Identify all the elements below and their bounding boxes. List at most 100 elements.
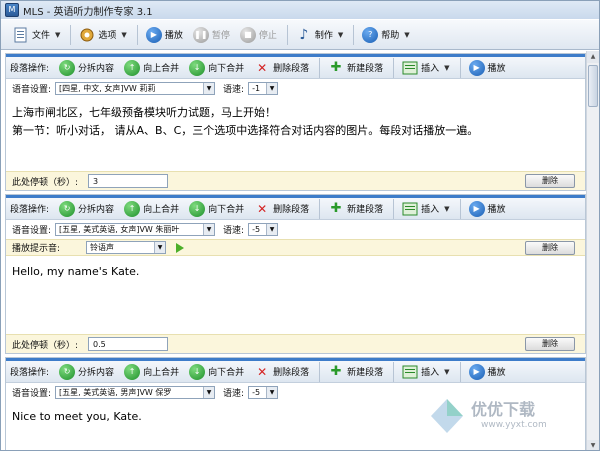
- voice-select[interactable]: [四星, 中文, 女声]VW 莉莉 ▼: [55, 82, 216, 95]
- chevron-down-icon: ▼: [404, 30, 410, 39]
- chevron-down-icon: ▼: [444, 204, 450, 213]
- text-line: Nice to meet you, Kate.: [12, 410, 142, 423]
- paragraph-text[interactable]: Hello, my name's Kate.: [6, 259, 585, 331]
- stop-button[interactable]: ■ 停止: [236, 24, 281, 46]
- merge-down-button[interactable]: ↓ 向下合并: [185, 361, 248, 383]
- delete-cue-button[interactable]: 删除: [525, 240, 575, 255]
- scrollbar-thumb[interactable]: [588, 65, 598, 107]
- refresh-icon: ↻: [59, 363, 76, 380]
- merge-up-button[interactable]: ↑ 向上合并: [120, 198, 183, 220]
- scroll-up-icon[interactable]: ▲: [587, 51, 599, 63]
- plus-icon: ✚: [330, 364, 342, 379]
- insert-button[interactable]: 插入 ▼: [398, 361, 453, 383]
- produce-label: 制作: [314, 31, 333, 41]
- merge-up-button[interactable]: ↑ 向上合并: [120, 361, 183, 383]
- app-logo-icon: M: [5, 3, 19, 17]
- analyze-button[interactable]: ↻ 分拆内容: [55, 198, 118, 220]
- section-play-label: 播放: [487, 64, 506, 74]
- play-button[interactable]: ▶ 播放: [142, 24, 187, 46]
- toolbar-divider: [459, 198, 461, 219]
- new-paragraph-button[interactable]: ✚ 新建段落: [324, 361, 387, 383]
- speed-label: 语速:: [223, 226, 245, 236]
- pause-icon: ❚❚: [192, 26, 209, 43]
- merge-up-label: 向上合并: [143, 368, 180, 378]
- plus-icon: ✚: [330, 201, 342, 216]
- voice-select[interactable]: [五星, 美式英语, 男声]VW 保罗 ▼: [55, 386, 216, 399]
- toolbar-divider: [319, 361, 321, 382]
- delete-paragraph-button[interactable]: ✕ 删除段落: [250, 57, 313, 79]
- options-menu-button[interactable]: 选项 ▼: [75, 24, 130, 46]
- produce-menu-button[interactable]: ♪ 制作 ▼: [292, 24, 347, 46]
- text-line: Hello, my name's Kate.: [12, 265, 140, 278]
- voice-label: 语音设置:: [12, 226, 52, 236]
- pause-input[interactable]: 3: [88, 174, 169, 188]
- pause-row: 此处停顿（秒）: 3 删除: [6, 171, 585, 190]
- cue-value: 铃语声: [90, 243, 114, 252]
- pause-value: 0.5: [93, 339, 106, 349]
- help-menu-button[interactable]: ? 帮助 ▼: [358, 24, 413, 46]
- section-play-button[interactable]: ▶ 播放: [465, 57, 510, 79]
- voice-settings-row: 语音设置: [五星, 美式英语, 女声]VW 朱丽叶 ▼ 语速: -5 ▼: [6, 221, 585, 238]
- toolbar-divider: [459, 57, 461, 78]
- ops-label: 段落操作:: [10, 64, 50, 74]
- speed-select[interactable]: -5 ▼: [248, 223, 279, 236]
- speed-select[interactable]: -1 ▼: [248, 82, 279, 95]
- ops-label: 段落操作:: [10, 205, 50, 215]
- insert-button[interactable]: 插入 ▼: [398, 57, 453, 79]
- analyze-label: 分拆内容: [78, 205, 115, 215]
- insert-label: 插入: [421, 64, 440, 74]
- paragraph-text[interactable]: Nice to meet you, Kate.: [6, 404, 585, 450]
- analyze-button[interactable]: ↻ 分拆内容: [55, 57, 118, 79]
- merge-up-button[interactable]: ↑ 向上合并: [120, 57, 183, 79]
- analyze-button[interactable]: ↻ 分拆内容: [55, 361, 118, 383]
- arrow-down-icon: ↓: [189, 200, 206, 217]
- pause-label: 此处停顿（秒）:: [12, 340, 79, 351]
- vertical-scrollbar[interactable]: ▲ ▼: [586, 51, 599, 450]
- delete-paragraph-button[interactable]: ✕ 删除段落: [250, 198, 313, 220]
- new-paragraph-button[interactable]: ✚ 新建段落: [324, 57, 387, 79]
- gear-icon: [79, 27, 95, 43]
- cue-select[interactable]: 铃语声 ▼: [86, 241, 166, 254]
- insert-icon: [402, 201, 418, 217]
- section-play-button[interactable]: ▶ 播放: [465, 198, 510, 220]
- chevron-down-icon: ▼: [444, 63, 450, 72]
- voice-select[interactable]: [五星, 美式英语, 女声]VW 朱丽叶 ▼: [55, 223, 216, 236]
- close-icon: ✕: [257, 364, 268, 379]
- new-paragraph-button[interactable]: ✚ 新建段落: [324, 198, 387, 220]
- insert-icon: [402, 364, 418, 380]
- merge-down-button[interactable]: ↓ 向下合并: [185, 57, 248, 79]
- speed-label: 语速:: [223, 389, 245, 399]
- chevron-down-icon: ▼: [444, 367, 450, 376]
- merge-down-label: 向下合并: [208, 368, 245, 378]
- stop-label: 停止: [258, 31, 277, 41]
- delete-pause-button[interactable]: 删除: [525, 337, 575, 351]
- scroll-down-icon[interactable]: ▼: [587, 440, 599, 450]
- music-note-icon: ♪: [299, 26, 309, 43]
- voice-label: 语音设置:: [12, 85, 52, 95]
- pause-value: 3: [93, 176, 99, 186]
- insert-icon: [402, 60, 418, 76]
- cue-sound-row: 播放提示音: 铃语声 ▼ 删除: [6, 239, 585, 256]
- file-menu-button[interactable]: 文件 ▼: [9, 24, 64, 46]
- pause-label: 暂停: [211, 31, 230, 41]
- pause-button[interactable]: ❚❚ 暂停: [189, 24, 234, 46]
- title-bar: M MLS - 英语听力制作专家 3.1: [1, 1, 599, 19]
- section-play-button[interactable]: ▶ 播放: [465, 361, 510, 383]
- play-icon[interactable]: [176, 242, 184, 253]
- speed-value: -1: [252, 84, 261, 93]
- insert-button[interactable]: 插入 ▼: [398, 198, 453, 220]
- chevron-down-icon: ▼: [203, 83, 215, 94]
- speed-select[interactable]: -5 ▼: [248, 386, 279, 399]
- pause-input[interactable]: 0.5: [88, 337, 169, 351]
- merge-down-button[interactable]: ↓ 向下合并: [185, 198, 248, 220]
- arrow-down-icon: ↓: [189, 363, 206, 380]
- chevron-down-icon: ▼: [55, 30, 61, 39]
- document-icon: [13, 27, 29, 43]
- stop-icon: ■: [239, 26, 256, 43]
- delete-paragraph-button[interactable]: ✕ 删除段落: [250, 361, 313, 383]
- voice-value: [五星, 美式英语, 男声]VW 保罗: [59, 388, 172, 397]
- delete-paragraph-label: 删除段落: [273, 64, 310, 74]
- help-icon: ?: [362, 26, 379, 43]
- delete-pause-button[interactable]: 删除: [525, 174, 575, 188]
- paragraph-text[interactable]: 上海市闸北区，七年级预备模块听力试题，马上开始！ 第一节：听小对话， 请从A、B…: [6, 100, 585, 170]
